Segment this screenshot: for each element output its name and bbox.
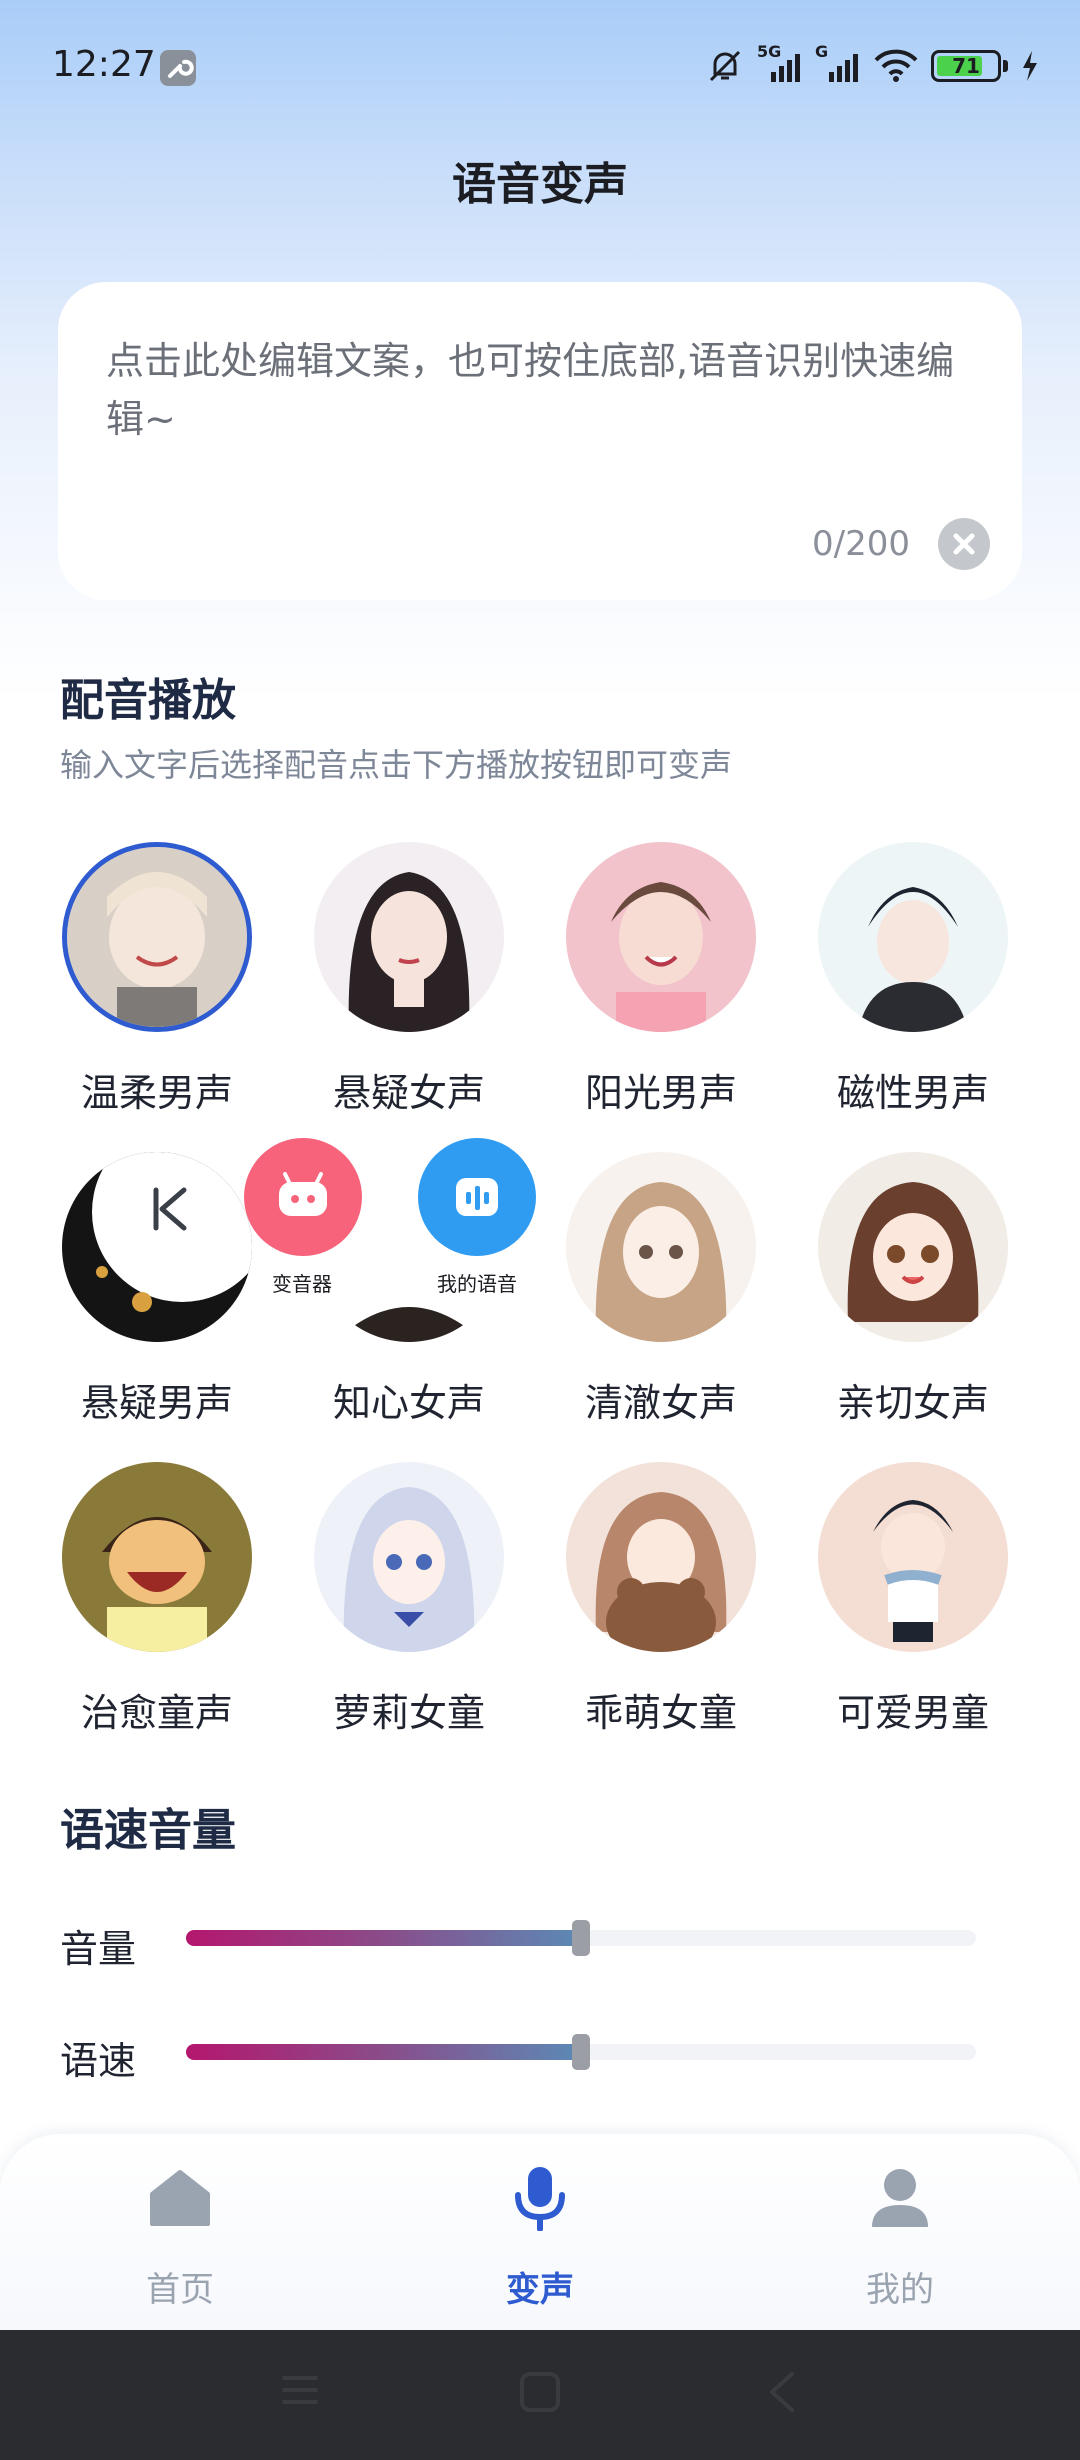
- robot-icon: [279, 1172, 327, 1216]
- nav-label-voice: 变声: [506, 2270, 574, 2310]
- voice-item[interactable]: 乖萌女童: [566, 1462, 786, 1752]
- voice-label: 悬疑男声: [80, 1381, 233, 1425]
- voice-item[interactable]: 亲切女声: [818, 1152, 1038, 1442]
- anime-girl-avatar[interactable]: [566, 1152, 756, 1342]
- anime-girl-avatar[interactable]: [566, 1462, 756, 1652]
- battery-icon: 71: [931, 50, 1001, 82]
- voice-label: 悬疑女声: [332, 1071, 485, 1115]
- volume-slider-thumb[interactable]: [572, 1920, 590, 1956]
- anime-boy-avatar[interactable]: [818, 842, 1008, 1032]
- my-voice-label: 我的语音: [437, 1272, 517, 1296]
- voice-item[interactable]: 萝莉女童: [314, 1462, 534, 1752]
- page-title: 语音变声: [452, 159, 628, 210]
- status-time: 12:27: [52, 44, 156, 85]
- anime-boy-avatar[interactable]: [62, 842, 252, 1032]
- microphone-icon: [506, 2164, 574, 2232]
- voice-changer-label: 变音器: [272, 1272, 332, 1296]
- home-icon: [146, 2164, 214, 2232]
- bottom-nav: 首页 变声 我的: [0, 2134, 1080, 2330]
- anime-girl-avatar[interactable]: [818, 1152, 1008, 1342]
- home-button-icon[interactable]: [518, 2370, 562, 2418]
- anime-boy-avatar[interactable]: [818, 1462, 1008, 1652]
- my-voice-button[interactable]: [418, 1138, 536, 1256]
- back-icon[interactable]: [764, 2370, 800, 2418]
- cartoon-boy-avatar[interactable]: [62, 1462, 252, 1652]
- user-icon: [866, 2164, 934, 2232]
- voice-label: 温柔男声: [80, 1071, 233, 1115]
- volume-label: 音量: [60, 1927, 137, 1971]
- voice-item[interactable]: 阳光男声: [566, 842, 786, 1132]
- voice-item[interactable]: 可爱男童: [818, 1462, 1038, 1752]
- signal-icon: G: [815, 42, 861, 84]
- voice-label: 治愈童声: [80, 1691, 233, 1735]
- nav-item-voice[interactable]: 变声: [440, 2164, 640, 2324]
- dubbing-section-subtitle: 输入文字后选择配音点击下方播放按钮即可变声: [60, 746, 733, 784]
- volume-slider-fill: [186, 1930, 581, 1946]
- charging-icon: [1020, 49, 1040, 83]
- nav-item-home[interactable]: 首页: [80, 2164, 280, 2324]
- voice-label: 阳光男声: [584, 1071, 737, 1115]
- speed-volume-title: 语速音量: [60, 1805, 236, 1856]
- nav-label-mine: 我的: [866, 2270, 934, 2310]
- voice-label: 知心女声: [332, 1381, 485, 1425]
- wrench-icon: [160, 50, 196, 86]
- voice-label: 亲切女声: [836, 1381, 989, 1425]
- text-editor-placeholder[interactable]: 点击此处编辑文案，也可按住底部,语音识别快速编辑~: [106, 332, 986, 448]
- voice-label: 乖萌女童: [584, 1691, 737, 1735]
- speed-slider-fill: [186, 2044, 581, 2060]
- voice-item[interactable]: 清澈女声: [566, 1152, 786, 1442]
- voice-label: 清澈女声: [584, 1381, 737, 1425]
- network-type-2: G: [815, 42, 829, 61]
- nav-label-home: 首页: [146, 2270, 214, 2310]
- speed-slider-thumb[interactable]: [572, 2034, 590, 2070]
- wifi-icon: [873, 48, 919, 84]
- anime-girl-avatar[interactable]: [314, 842, 504, 1032]
- network-type-1: 5G: [757, 42, 782, 61]
- menu-icon[interactable]: [280, 2370, 320, 2414]
- system-navigation-bar: [0, 2330, 1080, 2460]
- clear-icon[interactable]: [938, 518, 990, 570]
- voice-label: 萝莉女童: [332, 1691, 485, 1735]
- speed-label: 语速: [60, 2039, 137, 2083]
- speed-slider[interactable]: [186, 2034, 976, 2070]
- text-editor-card[interactable]: 点击此处编辑文案，也可按住底部,语音识别快速编辑~ 0/200: [58, 282, 1022, 600]
- signal-icon: 5G: [757, 42, 803, 84]
- voice-label: 磁性男声: [836, 1071, 989, 1115]
- dubbing-section-title: 配音播放: [60, 675, 236, 726]
- audio-wave-icon: [456, 1178, 498, 1216]
- anime-boy-avatar[interactable]: [566, 842, 756, 1032]
- voice-item[interactable]: 治愈童声: [62, 1462, 282, 1752]
- voice-item[interactable]: 悬疑女声: [314, 842, 534, 1132]
- collapse-icon[interactable]: [150, 1184, 190, 1247]
- mute-bell-icon: [705, 46, 745, 86]
- nav-item-mine[interactable]: 我的: [800, 2164, 1000, 2324]
- voice-item[interactable]: 温柔男声: [62, 842, 282, 1132]
- anime-girl-avatar[interactable]: [314, 1462, 504, 1652]
- volume-slider[interactable]: [186, 1920, 976, 1956]
- voice-item[interactable]: 磁性男声: [818, 842, 1038, 1132]
- status-bar: 12:27 5G G 71: [0, 0, 1080, 130]
- voice-changer-button[interactable]: [244, 1138, 362, 1256]
- battery-level: 71: [952, 54, 980, 78]
- floating-panel: [64, 1140, 224, 1300]
- voice-label: 可爱男童: [836, 1691, 989, 1735]
- char-count: 0/200: [812, 524, 910, 564]
